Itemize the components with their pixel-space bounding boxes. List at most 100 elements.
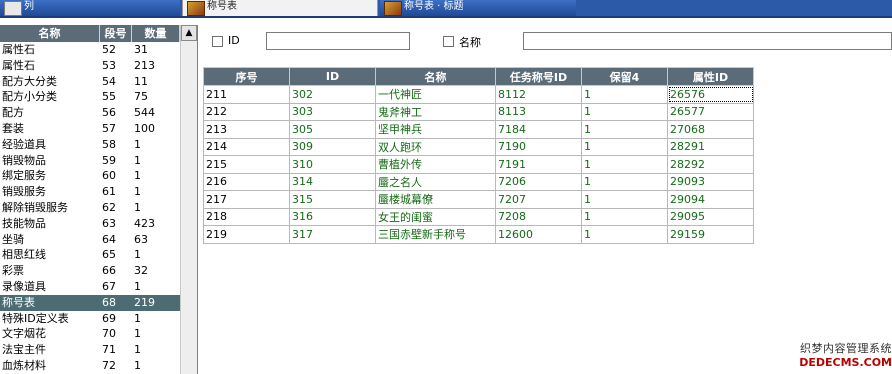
list-item[interactable]: 坐骑 64 63	[0, 232, 180, 248]
cell-task[interactable]: 7190	[495, 137, 582, 156]
cell-name[interactable]: 一代神匠	[375, 85, 496, 104]
cell-id[interactable]: 309	[289, 137, 376, 156]
cell-attr[interactable]: 29095	[667, 207, 754, 226]
table-row[interactable]: 218 316 女王的闺蜜 7208 1 29095	[203, 207, 754, 226]
cell-id[interactable]: 305	[289, 120, 376, 139]
grid-column-header[interactable]: 属性ID	[667, 67, 754, 86]
cell-id[interactable]: 316	[289, 207, 376, 226]
list-item[interactable]: 彩票 66 32	[0, 263, 180, 279]
cell-attr[interactable]: 26576	[667, 85, 754, 104]
cell-attr[interactable]: 27068	[667, 120, 754, 139]
list-item[interactable]: 文字烟花 70 1	[0, 326, 180, 342]
list-item[interactable]: 配方大分类 54 11	[0, 74, 180, 90]
cell-seq[interactable]: 217	[203, 190, 290, 209]
table-row[interactable]: 211 302 一代神匠 8112 1 26576	[203, 85, 754, 104]
cell-name[interactable]: 双人跑环	[375, 137, 496, 156]
cell-id[interactable]: 314	[289, 172, 376, 191]
cell-reserve[interactable]: 1	[581, 137, 668, 156]
cell-attr[interactable]: 28291	[667, 137, 754, 156]
scroll-up-arrow-icon[interactable]: ▲	[181, 25, 197, 41]
cell-reserve[interactable]: 1	[581, 85, 668, 104]
list-item[interactable]: 法宝主件 71 1	[0, 342, 180, 358]
cell-attr[interactable]: 29094	[667, 190, 754, 209]
cell-attr[interactable]: 28292	[667, 155, 754, 174]
cell-attr[interactable]: 26577	[667, 102, 754, 121]
tab-1[interactable]: 列	[0, 0, 180, 16]
table-row[interactable]: 213 305 坚甲神兵 7184 1 27068	[203, 120, 754, 139]
grid-column-header[interactable]: ID	[289, 67, 376, 86]
cell-name[interactable]: 三国赤壁新手称号	[375, 225, 496, 244]
cell-attr[interactable]: 29093	[667, 172, 754, 191]
cell-seq[interactable]: 215	[203, 155, 290, 174]
list-item[interactable]: 销毁服务 61 1	[0, 184, 180, 200]
list-item[interactable]: 销毁物品 59 1	[0, 153, 180, 169]
cell-name[interactable]: 蜃楼城幕僚	[375, 190, 496, 209]
cell-seq[interactable]: 212	[203, 102, 290, 121]
list-item[interactable]: 特殊ID定义表 69 1	[0, 311, 180, 327]
list-item[interactable]: 解除销毁服务 62 1	[0, 200, 180, 216]
cell-seq[interactable]: 213	[203, 120, 290, 139]
cell-reserve[interactable]: 1	[581, 172, 668, 191]
list-item[interactable]: 配方小分类 55 75	[0, 89, 180, 105]
cell-reserve[interactable]: 1	[581, 155, 668, 174]
cell-seq[interactable]: 214	[203, 137, 290, 156]
column-header-name[interactable]: 名称	[0, 25, 100, 42]
list-item[interactable]: 称号表 68 219	[0, 294, 180, 311]
tab-3[interactable]: 称号表 · 标题	[380, 0, 576, 16]
cell-id[interactable]: 310	[289, 155, 376, 174]
table-row[interactable]: 215 310 曹植外传 7191 1 28292	[203, 155, 754, 174]
name-filter-input[interactable]	[523, 32, 892, 50]
cell-task[interactable]: 8112	[495, 85, 582, 104]
table-row[interactable]: 216 314 蜃之名人 7206 1 29093	[203, 172, 754, 191]
list-item[interactable]: 属性石 53 213	[0, 58, 180, 74]
list-item[interactable]: 技能物品 63 423	[0, 216, 180, 232]
column-header-qty[interactable]: 数量	[132, 25, 180, 42]
cell-name[interactable]: 蜃之名人	[375, 172, 496, 191]
cell-seq[interactable]: 211	[203, 85, 290, 104]
cell-id[interactable]: 315	[289, 190, 376, 209]
list-item[interactable]: 经验道具 58 1	[0, 137, 180, 153]
grid-column-header[interactable]: 任务称号ID	[495, 67, 582, 86]
grid-column-header[interactable]: 保留4	[581, 67, 668, 86]
list-scrollbar[interactable]: ▲	[180, 25, 197, 374]
cell-reserve[interactable]: 1	[581, 225, 668, 244]
list-item[interactable]: 配方 56 544	[0, 105, 180, 121]
cell-name[interactable]: 鬼斧神工	[375, 102, 496, 121]
column-header-seg[interactable]: 段号	[100, 25, 132, 42]
cell-reserve[interactable]: 1	[581, 120, 668, 139]
cell-id[interactable]: 303	[289, 102, 376, 121]
cell-name[interactable]: 曹植外传	[375, 155, 496, 174]
cell-id[interactable]: 317	[289, 225, 376, 244]
list-item[interactable]: 绑定服务 60 1	[0, 168, 180, 184]
cell-task[interactable]: 7206	[495, 172, 582, 191]
list-item[interactable]: 套装 57 100	[0, 121, 180, 137]
list-item[interactable]: 相思红线 65 1	[0, 247, 180, 263]
cell-id[interactable]: 302	[289, 85, 376, 104]
table-row[interactable]: 212 303 鬼斧神工 8113 1 26577	[203, 102, 754, 121]
cell-reserve[interactable]: 1	[581, 190, 668, 209]
cell-name[interactable]: 坚甲神兵	[375, 120, 496, 139]
cell-reserve[interactable]: 1	[581, 207, 668, 226]
cell-seq[interactable]: 219	[203, 225, 290, 244]
cell-task[interactable]: 7184	[495, 120, 582, 139]
table-row[interactable]: 214 309 双人跑环 7190 1 28291	[203, 137, 754, 156]
table-row[interactable]: 219 317 三国赤壁新手称号 12600 1 29159	[203, 225, 754, 244]
id-filter-input[interactable]	[266, 32, 410, 50]
cell-task[interactable]: 7191	[495, 155, 582, 174]
cell-seq[interactable]: 216	[203, 172, 290, 191]
cell-task[interactable]: 8113	[495, 102, 582, 121]
list-item[interactable]: 血炼材料 72 1	[0, 358, 180, 374]
id-filter-checkbox[interactable]	[212, 36, 223, 47]
cell-seq[interactable]: 218	[203, 207, 290, 226]
grid-column-header[interactable]: 名称	[375, 67, 496, 86]
list-item[interactable]: 属性石 52 31	[0, 42, 180, 58]
cell-name[interactable]: 女王的闺蜜	[375, 207, 496, 226]
grid-column-header[interactable]: 序号	[203, 67, 290, 86]
tab-2[interactable]: 称号表	[182, 0, 378, 16]
cell-task[interactable]: 7208	[495, 207, 582, 226]
cell-attr[interactable]: 29159	[667, 225, 754, 244]
table-row[interactable]: 217 315 蜃楼城幕僚 7207 1 29094	[203, 190, 754, 209]
name-filter-checkbox[interactable]	[443, 36, 454, 47]
list-item[interactable]: 录像道具 67 1	[0, 279, 180, 295]
cell-reserve[interactable]: 1	[581, 102, 668, 121]
